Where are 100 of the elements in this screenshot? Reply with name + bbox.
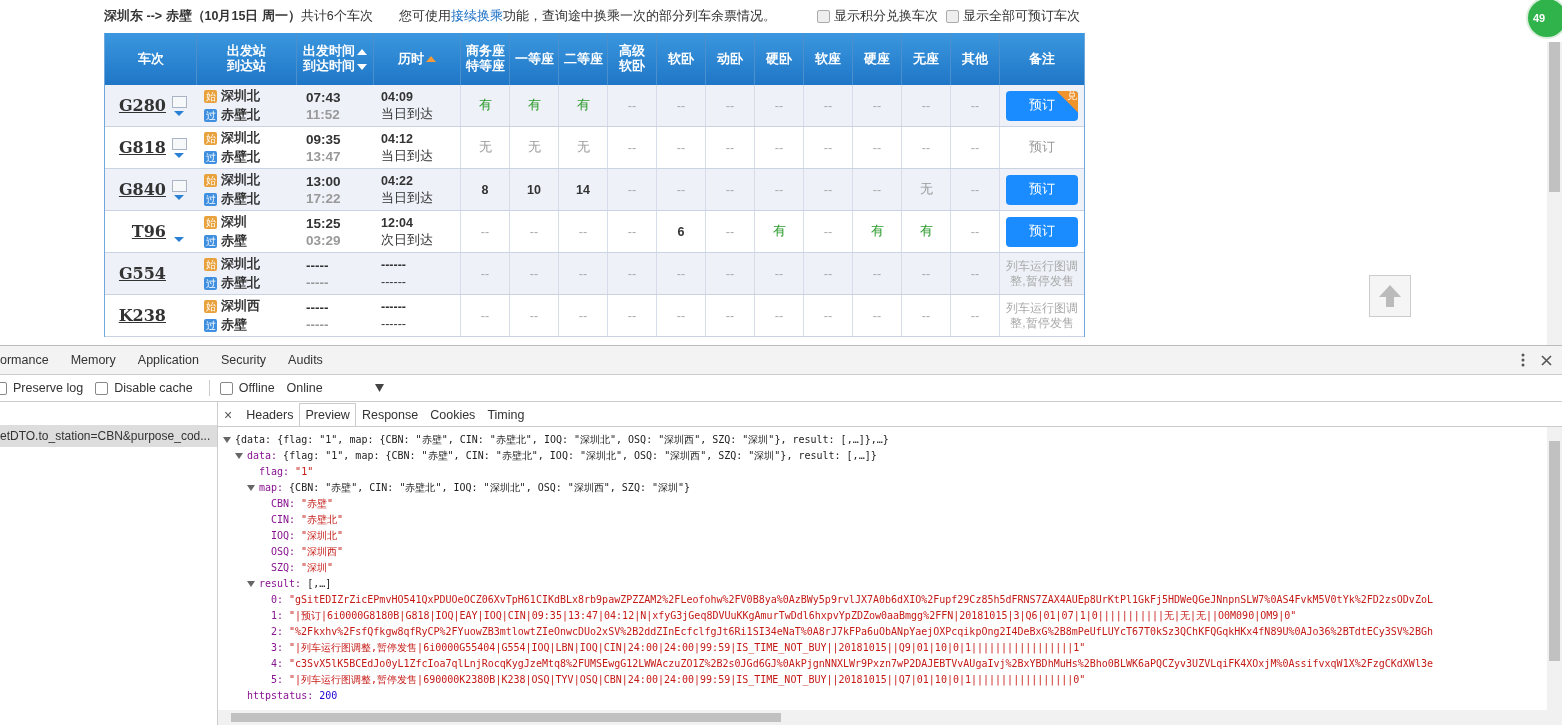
caret-icon[interactable] [174, 236, 184, 242]
column-header[interactable]: 一等座 [514, 51, 554, 67]
preview-scrollbar[interactable] [1547, 427, 1562, 710]
detail-tab[interactable]: Timing [481, 403, 531, 426]
column-header[interactable]: 动卧 [717, 51, 743, 67]
column-header[interactable]: 到达站 [227, 59, 266, 74]
property-value: "深圳西" [301, 545, 344, 559]
devtools-panel-tab[interactable]: Security [209, 353, 278, 367]
close-icon[interactable]: × [224, 404, 233, 426]
request-row[interactable]: etDTO.to_station=CBN&purpose_cod... [0, 425, 217, 447]
column-header[interactable]: 硬卧 [766, 51, 792, 67]
seat-availability: -- [921, 98, 931, 113]
sort-down-arrow-icon[interactable] [357, 63, 367, 70]
id-card-icon[interactable] [171, 137, 187, 150]
seat-availability: 有 [772, 223, 786, 240]
pass-tag: 过 [204, 276, 217, 290]
object-summary: [,…] [307, 577, 332, 591]
page-scrollbar[interactable] [1547, 42, 1562, 345]
arrival-day: 次日到达 [381, 231, 460, 249]
seat-availability: 无 [478, 139, 492, 156]
train-number-link[interactable]: G554 [118, 264, 166, 283]
filter-checkbox[interactable] [946, 10, 959, 23]
seat-availability: -- [578, 224, 588, 239]
disclosure-triangle-icon[interactable] [235, 453, 243, 459]
column-header[interactable]: 出发站 [227, 44, 266, 59]
seat-availability: -- [578, 308, 588, 323]
seat-availability: -- [676, 266, 686, 281]
caret-icon[interactable] [174, 110, 184, 116]
train-number-link[interactable]: G840 [118, 180, 166, 199]
seat-availability: -- [774, 266, 784, 281]
disclosure-triangle-icon[interactable] [247, 485, 255, 491]
column-header[interactable]: 历时 [398, 51, 436, 67]
column-header[interactable]: 硬座 [864, 51, 890, 67]
devtools-panel-tab[interactable]: ormance [0, 353, 60, 367]
column-header[interactable]: 软卧 [619, 59, 645, 74]
column-header[interactable]: 软座 [815, 51, 841, 67]
column-header[interactable]: 特等座 [465, 59, 505, 74]
detail-tab[interactable]: Headers [240, 403, 300, 426]
devtools-panel-tab[interactable]: Audits [277, 353, 334, 367]
property-value: "gSitEDIZrZicEPmvHO541QxPDUOeOCZ06XvTpH61CIKdBLx8rb9pawZPZZAM2%2FLeofohw%2FV0B8ya%0AzBWy5p9rvlJX7A0b6dXIO%2Fupf29Cz85h5dFRNS7ZAX4AUEp8UrKtPl1GkFj5HDWeQGeJNnpnSLW7%0AS4FvkM5V0tYk%2FD2zsODvZoL [289, 593, 1433, 607]
seat-availability: -- [774, 140, 784, 155]
column-header[interactable]: 软卧 [668, 51, 694, 67]
disclosure-triangle-icon[interactable] [223, 437, 231, 443]
column-header[interactable]: 车次 [137, 51, 164, 67]
seat-availability: 6 [677, 224, 685, 239]
seat-availability: 有 [527, 97, 541, 114]
train-number-link[interactable]: T96 [131, 222, 166, 241]
option-checkbox[interactable] [219, 381, 233, 395]
train-number-link[interactable]: G818 [118, 138, 166, 157]
seat-availability: 有 [478, 97, 492, 114]
column-header[interactable]: 二等座 [563, 51, 603, 67]
more-options-icon[interactable] [1521, 353, 1525, 367]
seat-availability: -- [774, 182, 784, 197]
devtools-panel-tab[interactable]: Application [126, 353, 210, 367]
arrival-time: 17:22 [306, 189, 342, 207]
train-number-link[interactable]: G280 [118, 96, 166, 115]
seat-availability: 无 [576, 139, 590, 156]
duration: 12:04 [381, 214, 414, 232]
book-button[interactable]: 预订 [1006, 174, 1078, 205]
property-key: CIN: [271, 512, 296, 528]
column-header[interactable]: 出发时间 [303, 44, 367, 59]
property-value: "c3SvX5lK5BCEdJo0yL1ZfcIoa7qlLnjRocqKygJzeMtq8%2FUMSEwgG12LWWAczuZO1Z%2B2s0JGd6GJ%0AkPjgnNNXLWr9Pxzn7wP2DAJEBTVvAUgaIvj%2BxYBDhMuHs%2Bho0BLWK6aPQCZyv3UZVLqiFK4XOxjM%0AssifvxqW1X%2FzgCKdXWl3e [289, 657, 1433, 671]
seat-availability: -- [774, 98, 784, 113]
book-button[interactable]: 预订 [1006, 216, 1078, 247]
column-header[interactable]: 商务座 [465, 44, 505, 59]
column-header[interactable]: 高级 [619, 44, 645, 59]
disclosure-triangle-icon[interactable] [247, 581, 255, 587]
devtools-panel-tab[interactable]: Memory [59, 353, 127, 367]
detail-tab[interactable]: Cookies [424, 403, 482, 426]
id-card-icon[interactable] [171, 95, 187, 108]
departure-time: 09:35 [306, 130, 342, 148]
train-number-link[interactable]: K238 [118, 306, 166, 325]
id-card-icon[interactable] [171, 179, 187, 192]
filter-label: 显示全部可预订车次 [963, 8, 1080, 25]
dropdown-caret-icon[interactable] [374, 384, 384, 392]
throttle-select[interactable]: Online [286, 381, 323, 395]
seat-availability: -- [529, 308, 539, 323]
column-header[interactable]: 备注 [1029, 51, 1055, 67]
detail-tab[interactable]: Response [355, 403, 425, 426]
station-name: 赤壁 [221, 316, 247, 334]
caret-icon[interactable] [174, 152, 184, 158]
transfer-link[interactable]: 接续换乘 [450, 9, 503, 23]
caret-icon[interactable] [174, 194, 184, 200]
horizontal-scrollbar[interactable] [218, 710, 1562, 725]
seat-availability: -- [627, 140, 637, 155]
option-checkbox[interactable] [95, 381, 109, 395]
property-key: result: [259, 576, 302, 592]
close-icon[interactable] [1541, 354, 1552, 366]
seat-availability: 有 [576, 97, 590, 114]
station-name: 赤壁北 [221, 274, 260, 292]
option-label: Offline [238, 381, 275, 395]
detail-tab[interactable]: Preview [299, 403, 356, 426]
column-header[interactable]: 无座 [913, 51, 939, 67]
seat-availability: -- [823, 98, 833, 113]
column-header[interactable]: 到达时间 [303, 59, 367, 74]
column-header[interactable]: 其他 [962, 51, 988, 67]
filter-checkbox[interactable] [817, 10, 830, 23]
property-key: CBN: [271, 496, 296, 512]
book-button[interactable]: 预订 兑 [1006, 90, 1078, 121]
property-key: 5: [271, 672, 284, 688]
